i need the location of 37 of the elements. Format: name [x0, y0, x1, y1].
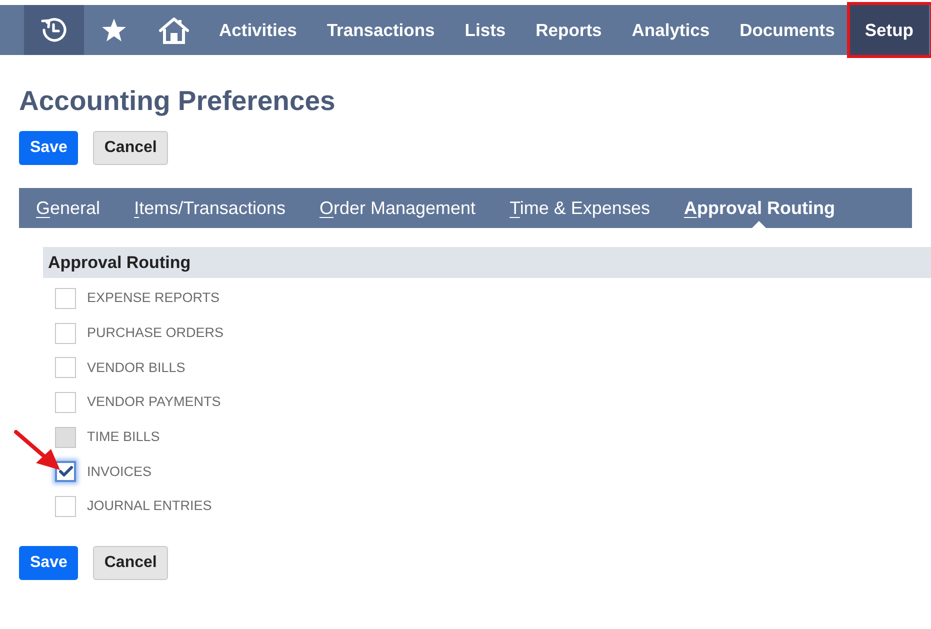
checkbox[interactable]: [55, 392, 76, 413]
nav-menu-item[interactable]: Lists: [450, 5, 521, 55]
checkbox[interactable]: [55, 461, 76, 482]
tab[interactable]: Order Management: [302, 188, 493, 228]
checkbox[interactable]: [55, 496, 76, 517]
cancel-button[interactable]: Cancel: [93, 131, 168, 165]
checkbox-label: INVOICES: [87, 462, 152, 481]
checkbox-label: TIME BILLS: [87, 428, 160, 446]
check-icon: [58, 466, 72, 478]
nav-menu-item[interactable]: Analytics: [616, 5, 725, 55]
home-icon: [159, 16, 189, 44]
tab[interactable]: Time & Expenses: [492, 188, 667, 228]
cancel-button[interactable]: Cancel: [93, 546, 168, 580]
history-clock-icon: [41, 17, 67, 43]
section-title: Approval Routing: [48, 252, 191, 274]
checkbox-label: PURCHASE ORDERS: [87, 324, 224, 342]
nav-menu-item[interactable]: Documents: [724, 5, 850, 55]
page-title: Accounting Preferences: [19, 85, 336, 117]
nav-menu-item[interactable]: Setup: [850, 5, 928, 55]
checkbox-label: EXPENSE REPORTS: [87, 289, 220, 308]
tab[interactable]: General: [19, 188, 118, 228]
checkbox-label: VENDOR BILLS: [87, 358, 186, 377]
checkbox[interactable]: [55, 357, 76, 378]
star-icon: [101, 18, 127, 42]
tab[interactable]: Approval Routing: [666, 188, 852, 228]
tab[interactable]: Items/Transactions: [117, 188, 302, 228]
checkbox-label: JOURNAL ENTRIES: [87, 497, 212, 516]
nav-menu-item[interactable]: Reports: [520, 5, 617, 55]
checkbox-label: VENDOR PAYMENTS: [87, 393, 221, 412]
checkbox[interactable]: [55, 288, 76, 309]
save-button[interactable]: Save: [19, 546, 78, 580]
save-button[interactable]: Save: [19, 131, 78, 165]
nav-menu-item[interactable]: Activities: [204, 5, 312, 55]
nav-menu-item[interactable]: Transactions: [312, 5, 450, 55]
selected-tab-notch-icon: [752, 221, 766, 228]
checkbox[interactable]: [55, 322, 76, 344]
recent-button[interactable]: [24, 5, 84, 55]
